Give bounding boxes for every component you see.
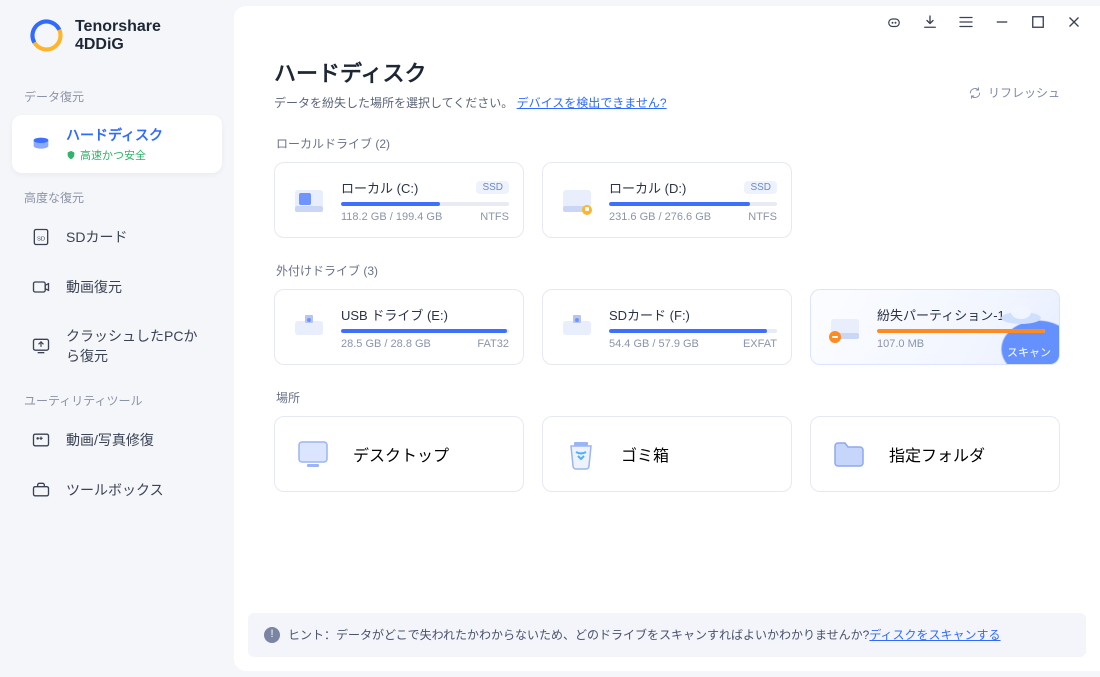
refresh-button[interactable]: リフレッシュ xyxy=(968,84,1060,101)
drive-fs: NTFS xyxy=(480,211,509,223)
section-data-recovery: データ復元 xyxy=(0,82,234,111)
location-folder-label: 指定フォルダ xyxy=(889,442,985,466)
ufo-decoration-icon xyxy=(997,300,1045,330)
robot-icon[interactable] xyxy=(884,12,904,32)
info-icon: ! xyxy=(264,627,280,643)
main-panel: ハードディスク データを紛失した場所を選択してください。 デバイスを検出できませ… xyxy=(234,6,1100,671)
nav-hard-disk-sub: 高速かつ安全 xyxy=(66,147,163,163)
nav-crash-pc[interactable]: クラッシュしたPCから復元 xyxy=(12,316,222,376)
drive-name: 紛失パーティション-1 xyxy=(877,305,1005,324)
nav-sd-card-label: SDカード xyxy=(66,227,127,247)
hard-disk-icon xyxy=(30,133,52,155)
scan-label: スキャン xyxy=(1007,344,1051,360)
location-desktop-label: デスクトップ xyxy=(353,442,449,466)
nav-video-label: 動画復元 xyxy=(66,277,122,297)
location-trash[interactable]: ゴミ箱 xyxy=(542,416,792,492)
drive-fs: EXFAT xyxy=(743,338,777,350)
drive-local-d[interactable]: ローカル (D:) SSD 231.6 GB / 276.6 GB NTFS xyxy=(542,162,792,238)
maximize-icon[interactable] xyxy=(1028,12,1048,32)
drive-size: 107.0 MB xyxy=(877,338,924,350)
nav-sd-card[interactable]: SD SDカード xyxy=(12,216,222,258)
drive-fs: NTFS xyxy=(748,211,777,223)
section-advanced: 高度な復元 xyxy=(0,183,234,212)
nav-hard-disk-sub-text: 高速かつ安全 xyxy=(80,147,146,163)
page-title: ハードディスク xyxy=(274,56,1060,88)
drive-size: 54.4 GB / 57.9 GB xyxy=(609,338,699,350)
drive-size: 118.2 GB / 199.4 GB xyxy=(341,211,442,223)
trash-icon xyxy=(561,434,601,474)
usb-icon xyxy=(289,307,329,347)
section-utility: ユーティリティツール xyxy=(0,386,234,415)
sd-icon xyxy=(557,307,597,347)
minimize-icon[interactable] xyxy=(992,12,1012,32)
drive-name: ローカル (C:) xyxy=(341,178,418,197)
close-icon[interactable] xyxy=(1064,12,1084,32)
drive-name: ローカル (D:) xyxy=(609,178,686,197)
location-desktop[interactable]: デスクトップ xyxy=(274,416,524,492)
app-logo-row: Tenorshare 4DDiG xyxy=(0,18,234,76)
menu-icon[interactable] xyxy=(956,12,976,32)
svg-text:SD: SD xyxy=(37,236,45,242)
drive-size: 231.6 GB / 276.6 GB xyxy=(609,211,711,223)
drive-name: USB ドライブ (E:) xyxy=(341,305,448,324)
nav-video-recovery[interactable]: 動画復元 xyxy=(12,266,222,308)
nav-repair-label: 動画/写真修復 xyxy=(66,430,154,450)
drive-name: SDカード (F:) xyxy=(609,305,690,324)
toolbox-icon xyxy=(30,479,52,501)
external-drives-row: USB ドライブ (E:) 28.5 GB / 28.8 GB FAT32 SDカ… xyxy=(274,289,1060,365)
refresh-label: リフレッシュ xyxy=(988,84,1060,101)
desktop-icon xyxy=(293,434,333,474)
app-logo-icon xyxy=(30,19,63,53)
location-folder[interactable]: 指定フォルダ xyxy=(810,416,1060,492)
page-subtitle: データを紛失した場所を選択してください。 デバイスを検出できません? xyxy=(274,94,1060,111)
download-icon[interactable] xyxy=(920,12,940,32)
external-drives-label: 外付けドライブ (3) xyxy=(276,262,1060,279)
nav-hard-disk-label: ハードディスク xyxy=(66,125,163,145)
ssd-badge: SSD xyxy=(476,181,509,194)
nav-toolbox-label: ツールボックス xyxy=(66,480,164,500)
nav-crash-pc-label: クラッシュしたPCから復元 xyxy=(66,326,204,366)
local-drives-row: ローカル (C:) SSD 118.2 GB / 199.4 GB NTFS ローカ… xyxy=(274,162,1060,238)
drive-icon xyxy=(289,180,329,220)
nav-repair[interactable]: 動画/写真修復 xyxy=(12,419,222,461)
drive-size: 28.5 GB / 28.8 GB xyxy=(341,338,431,350)
location-trash-label: ゴミ箱 xyxy=(621,442,669,466)
device-detect-link[interactable]: デバイスを検出できません? xyxy=(517,96,667,110)
repair-icon xyxy=(30,429,52,451)
ssd-badge: SSD xyxy=(744,181,777,194)
nav-toolbox[interactable]: ツールボックス xyxy=(12,469,222,511)
hint-text-wrap: ヒント：データがどこで失われたかわからないため、どのドライブをスキャンすればよい… xyxy=(288,625,1001,645)
nav-hard-disk[interactable]: ハードディスク 高速かつ安全 xyxy=(12,115,222,173)
window-controls xyxy=(884,12,1084,32)
sd-card-icon: SD xyxy=(30,226,52,248)
drive-local-c[interactable]: ローカル (C:) SSD 118.2 GB / 199.4 GB NTFS xyxy=(274,162,524,238)
page-subtitle-text: データを紛失した場所を選択してください。 xyxy=(274,96,513,110)
folder-icon xyxy=(829,434,869,474)
hint-text: ヒント：データがどこで失われたかわからないため、どのドライブをスキャンすればよい… xyxy=(288,628,869,642)
crash-pc-icon xyxy=(30,335,52,357)
drive-lost-partition[interactable]: 紛失パーティション-1 107.0 MB スキャン xyxy=(810,289,1060,365)
hint-bar: ! ヒント：データがどこで失われたかわからないため、どのドライブをスキャンすれば… xyxy=(248,613,1086,657)
drive-usb-e[interactable]: USB ドライブ (E:) 28.5 GB / 28.8 GB FAT32 xyxy=(274,289,524,365)
lost-partition-icon xyxy=(825,307,865,347)
drive-sd-f[interactable]: SDカード (F:) 54.4 GB / 57.9 GB EXFAT xyxy=(542,289,792,365)
sidebar: Tenorshare 4DDiG データ復元 ハードディスク 高速かつ安全 高度… xyxy=(0,0,234,677)
hint-link[interactable]: ディスクをスキャンする xyxy=(869,628,1000,642)
locations-label: 場所 xyxy=(276,389,1060,406)
video-icon xyxy=(30,276,52,298)
locations-row: デスクトップ ゴミ箱 指定フォルダ xyxy=(274,416,1060,492)
app-name: Tenorshare 4DDiG xyxy=(75,18,210,54)
local-drives-label: ローカルドライブ (2) xyxy=(276,135,1060,152)
content-area: ハードディスク データを紛失した場所を選択してください。 デバイスを検出できませ… xyxy=(234,6,1100,613)
drive-icon xyxy=(557,180,597,220)
drive-fs: FAT32 xyxy=(477,338,509,350)
